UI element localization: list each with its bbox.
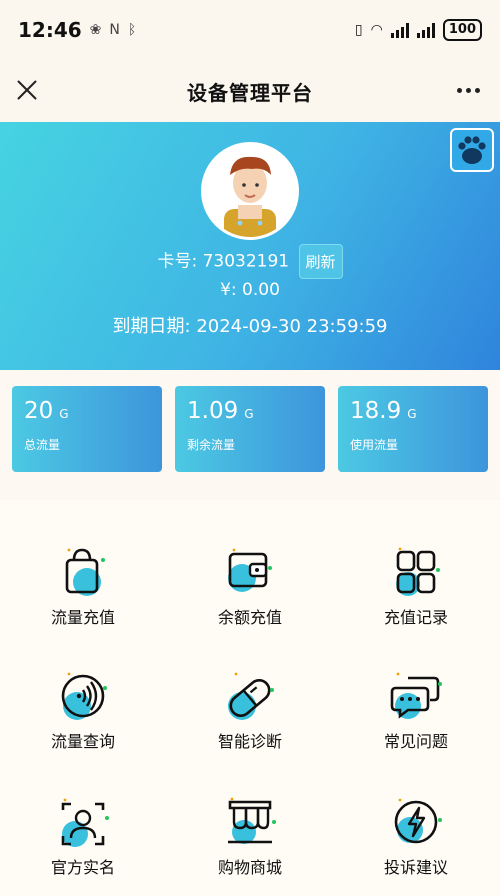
signal-bars-icon	[390, 22, 409, 38]
card-number-row: 卡号: 73032191 刷新	[0, 244, 500, 279]
card-number-label: 卡号:	[157, 251, 198, 272]
menu-item-real-name[interactable]: 官方实名	[0, 796, 166, 878]
lightning-icon	[386, 796, 446, 852]
menu-item-recharge-records[interactable]: 充值记录	[333, 546, 499, 628]
menu-label: 智能诊断	[217, 732, 282, 751]
stat-label: 总流量	[24, 438, 61, 452]
stat-value: 20	[24, 398, 54, 424]
close-icon[interactable]	[14, 77, 40, 103]
nfc-icon: N	[109, 22, 120, 38]
menu-label: 余额充值	[217, 608, 282, 627]
stat-value: 1.09	[187, 398, 239, 424]
expiry-label: 到期日期:	[112, 316, 191, 337]
status-right: ▯ ◠ 100	[355, 19, 482, 41]
menu-label: 投诉建议	[383, 858, 448, 877]
page-title: 设备管理平台	[187, 80, 313, 105]
balance-value: 0.00	[242, 280, 280, 300]
balance-label: ¥:	[220, 280, 237, 300]
nav-bar: 设备管理平台	[0, 60, 500, 122]
expiry-value: 2024-09-30 23:59:59	[196, 316, 388, 337]
feature-grid: 流量充值 余额充值 充值记录 流量查询 智能诊断 常见问题 官方实名 购物商城 …	[0, 500, 500, 896]
paw-icon[interactable]	[450, 128, 494, 172]
grid-icon	[386, 546, 446, 602]
id-scan-icon	[53, 796, 113, 852]
refresh-button[interactable]: 刷新	[298, 244, 343, 279]
stat-label: 使用流量	[350, 438, 399, 452]
chat-bubble-icon	[386, 670, 446, 726]
menu-label: 充值记录	[383, 608, 448, 627]
shopping-bag-icon	[53, 546, 113, 602]
stat-card-total[interactable]: 20 G 总流量	[12, 386, 162, 472]
paw-notification-icon: ❀	[89, 22, 102, 38]
expiry-row: 到期日期: 2024-09-30 23:59:59	[0, 312, 500, 338]
stat-card-remaining[interactable]: 1.09 G 剩余流量	[175, 386, 325, 472]
menu-item-shop[interactable]: 购物商城	[167, 796, 333, 878]
traffic-stats: 20 G 总流量 1.09 G 剩余流量 18.9 G 使用流量	[0, 370, 500, 498]
menu-item-smart-diagnosis[interactable]: 智能诊断	[167, 670, 333, 752]
menu-label: 常见问题	[383, 732, 448, 751]
account-header: 卡号: 73032191 刷新 ¥: 0.00 到期日期: 2024-09-30…	[0, 122, 500, 370]
avatar	[201, 142, 299, 240]
stat-label: 剩余流量	[187, 438, 236, 452]
card-number-value: 73032191	[202, 251, 290, 272]
menu-item-faq[interactable]: 常见问题	[333, 670, 499, 752]
stat-card-used[interactable]: 18.9 G 使用流量	[338, 386, 488, 472]
vibrate-icon: ▯	[354, 22, 363, 38]
stat-unit: G	[244, 407, 254, 421]
more-options-icon[interactable]	[457, 88, 480, 93]
bluetooth-icon: ᛒ	[127, 22, 137, 38]
shop-icon	[220, 796, 280, 852]
capsule-icon	[220, 670, 280, 726]
status-time: 12:46	[18, 18, 82, 42]
status-bar: 12:46 ❀ N ᛒ ▯ ◠ 100	[0, 0, 500, 60]
balance-row: ¥: 0.00	[0, 280, 500, 300]
menu-label: 流量查询	[50, 732, 115, 751]
signal-bars-icon-2	[416, 22, 435, 38]
menu-item-traffic-recharge[interactable]: 流量充值	[0, 546, 166, 628]
battery-indicator: 100	[442, 19, 482, 41]
wallet-icon	[220, 546, 280, 602]
status-left: 12:46 ❀ N ᛒ	[18, 18, 136, 42]
menu-label: 购物商城	[217, 858, 282, 877]
wifi-icon: ◠	[370, 22, 383, 38]
menu-item-traffic-query[interactable]: 流量查询	[0, 670, 166, 752]
stat-unit: G	[407, 407, 417, 421]
menu-label: 流量充值	[50, 608, 115, 627]
menu-item-balance-recharge[interactable]: 余额充值	[167, 546, 333, 628]
menu-item-complaints[interactable]: 投诉建议	[333, 796, 499, 878]
signal-icon	[53, 670, 113, 726]
stat-unit: G	[59, 407, 69, 421]
menu-label: 官方实名	[50, 858, 115, 877]
stat-value: 18.9	[350, 398, 402, 424]
